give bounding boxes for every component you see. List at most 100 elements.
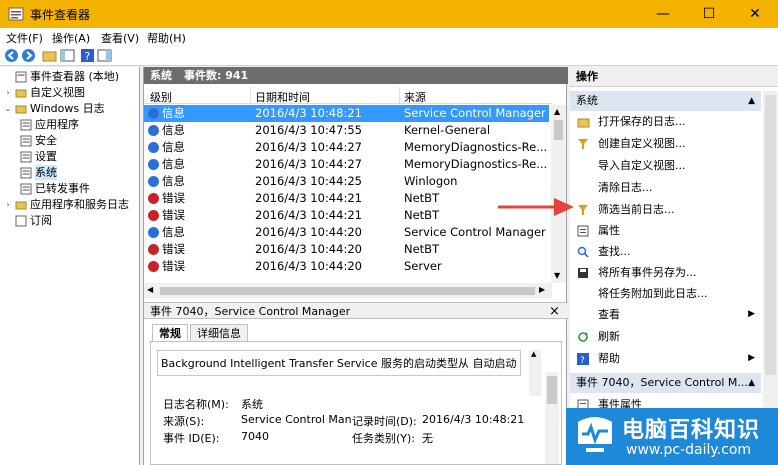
- action-item[interactable]: 导入自定义视图...: [570, 155, 761, 176]
- action-item[interactable]: 属性: [570, 220, 761, 241]
- table-row[interactable]: 错误 2016/4/3 10:44:21 NetBT: [144, 190, 549, 207]
- back-arrow-icon[interactable]: [4, 48, 19, 63]
- scroll-up-icon[interactable]: ▲: [554, 107, 560, 116]
- action-item[interactable]: 筛选当前日志...: [570, 199, 761, 220]
- help-toolbar-icon[interactable]: ?: [80, 48, 95, 63]
- watermark-url: www.pc-daily.com: [626, 442, 752, 458]
- tree-item-root[interactable]: 事件查看器 (本地): [4, 69, 119, 84]
- event-detail-header: 事件 7040，Service Control Manager ×: [144, 302, 568, 319]
- event-viewer-icon: [8, 7, 24, 21]
- table-row[interactable]: 信息 2016/4/3 10:44:25 Winlogon: [144, 173, 549, 190]
- tree-item-apps-services[interactable]: › 应用程序和服务日志: [4, 197, 129, 212]
- scroll-down-icon[interactable]: ▼: [554, 271, 560, 280]
- actions-pane: 操作 系统 ▲ 打开保存的日志... 创建自定义视图... 导入自定义视图... 清除…: [570, 67, 778, 465]
- column-source[interactable]: 来源: [404, 89, 426, 105]
- action-item[interactable]: ? 帮助 ▶: [570, 348, 761, 369]
- action-item[interactable]: 查看 ▶: [570, 304, 761, 325]
- table-row[interactable]: 信息 2016/4/3 10:47:55 Kernel-General: [144, 122, 549, 139]
- chevron-up-icon[interactable]: ▲: [748, 91, 755, 111]
- chevron-down-icon[interactable]: ⌄: [4, 101, 12, 116]
- chevron-right-icon[interactable]: ›: [4, 85, 12, 100]
- tree-item-system[interactable]: 系统: [20, 165, 57, 180]
- minimize-button[interactable]: —: [640, 0, 686, 28]
- date-cell: 2016/4/3 10:44:20: [255, 242, 362, 256]
- actions-group-label: 系统: [576, 94, 598, 107]
- tree-item-custom-views[interactable]: › 自定义视图: [4, 85, 85, 100]
- date-cell: 2016/4/3 10:44:27: [255, 157, 362, 171]
- menu-help[interactable]: 帮助(H): [147, 30, 186, 46]
- source-value: Service Control Man: [241, 413, 352, 426]
- tree-item-windows-logs[interactable]: ⌄ Windows 日志: [4, 101, 105, 116]
- tree-item-forwarded[interactable]: 已转发事件: [20, 181, 90, 196]
- description-box[interactable]: Background Intelligent Transfer Service …: [157, 350, 521, 376]
- table-row[interactable]: 错误 2016/4/3 10:44:21 NetBT: [144, 207, 549, 224]
- table-row[interactable]: 信息 2016/4/3 10:48:21 Service Control Manag…: [144, 105, 549, 122]
- tab-details[interactable]: 详细信息: [190, 324, 248, 342]
- chevron-up-icon[interactable]: ▲: [748, 373, 755, 393]
- monitor-logo-icon: [578, 417, 612, 452]
- info-icon: [148, 159, 159, 170]
- info-icon: [148, 227, 159, 238]
- actions-group-system[interactable]: 系统 ▲: [570, 91, 761, 111]
- folder-icon: [15, 89, 27, 97]
- action-item-label: 将任务附加到此日志...: [598, 287, 708, 300]
- detail-vscrollbar[interactable]: [545, 372, 559, 464]
- folder-icon: [15, 105, 27, 113]
- column-date[interactable]: 日期和时间: [255, 89, 310, 105]
- action-item-label: 查看: [598, 308, 620, 321]
- action-item[interactable]: 将任务附加到此日志...: [570, 283, 761, 304]
- source-cell: MemoryDiagnostics-Re...: [404, 157, 548, 171]
- menu-file[interactable]: 文件(F): [6, 30, 43, 46]
- action-item[interactable]: 将所有事件另存为...: [570, 262, 761, 283]
- description-scrollbar[interactable]: ▲: [529, 350, 541, 396]
- level-cell: 错误: [162, 208, 185, 222]
- table-row[interactable]: 错误 2016/4/3 10:44:20 NetBT: [144, 241, 549, 258]
- scrollbar-thumb[interactable]: [547, 376, 557, 404]
- forward-arrow-icon[interactable]: [21, 48, 36, 63]
- window-title: 事件查看器: [30, 8, 91, 22]
- chevron-right-icon[interactable]: ›: [4, 197, 12, 212]
- event-id-value: 7040: [241, 430, 269, 443]
- table-row[interactable]: 信息 2016/4/3 10:44:20 Service Control Manag…: [144, 224, 549, 241]
- tab-general[interactable]: 常规: [152, 324, 188, 342]
- tree-item-security[interactable]: 安全: [20, 133, 57, 148]
- level-cell: 信息: [162, 123, 185, 137]
- event-table: 信息 2016/4/3 10:48:21 Service Control Manag…: [144, 105, 552, 282]
- scrollbar-thumb[interactable]: [554, 120, 563, 140]
- event-list-hscrollbar[interactable]: ◀ ▶: [144, 283, 552, 298]
- table-row[interactable]: 信息 2016/4/3 10:44:27 MemoryDiagnostics-Re.…: [144, 156, 549, 173]
- menu-action[interactable]: 操作(A): [52, 30, 90, 46]
- column-divider[interactable]: [250, 87, 251, 104]
- show-pane-icon[interactable]: [97, 48, 112, 63]
- tree-item-setup[interactable]: 设置: [20, 149, 57, 164]
- hscrollbar-thumb[interactable]: [160, 287, 535, 295]
- info-icon: [148, 176, 159, 187]
- scrollbar-thumb[interactable]: [765, 95, 776, 375]
- actions-group-event[interactable]: 事件 7040，Service Control M... ▲: [570, 373, 761, 393]
- tree-item-subscriptions[interactable]: 订阅: [4, 213, 52, 228]
- event-table-header: 级别 日期和时间 来源: [144, 87, 552, 104]
- action-item[interactable]: 查找...: [570, 241, 761, 262]
- close-detail-icon[interactable]: ×: [549, 303, 560, 320]
- scroll-up-icon[interactable]: ▲: [531, 350, 536, 358]
- column-level[interactable]: 级别: [150, 89, 172, 105]
- console-tree-icon[interactable]: [60, 48, 75, 63]
- column-divider[interactable]: [399, 87, 400, 104]
- action-item-label: 帮助: [598, 352, 620, 365]
- action-item[interactable]: 打开保存的日志...: [570, 111, 761, 132]
- maximize-button[interactable]: ☐: [686, 0, 732, 28]
- action-item[interactable]: 清除日志...: [570, 177, 761, 198]
- table-row[interactable]: 错误 2016/4/3 10:44:20 Server: [144, 258, 549, 275]
- action-item[interactable]: 创建自定义视图...: [570, 133, 761, 154]
- action-item[interactable]: 刷新: [570, 326, 761, 347]
- filter-icon: [576, 203, 590, 217]
- scroll-right-icon[interactable]: ▶: [539, 285, 545, 294]
- table-row[interactable]: 信息 2016/4/3 10:44:27 MemoryDiagnostics-Re.…: [144, 139, 549, 156]
- action-item-label: 筛选当前日志...: [598, 203, 675, 216]
- folder-up-icon[interactable]: [42, 48, 57, 63]
- menu-view[interactable]: 查看(V): [101, 30, 139, 46]
- tree-item-application[interactable]: 应用程序: [20, 117, 79, 132]
- scroll-left-icon[interactable]: ◀: [147, 285, 153, 294]
- close-button[interactable]: ✕: [732, 0, 778, 28]
- event-list-vscrollbar[interactable]: ▲ ▼: [551, 105, 566, 283]
